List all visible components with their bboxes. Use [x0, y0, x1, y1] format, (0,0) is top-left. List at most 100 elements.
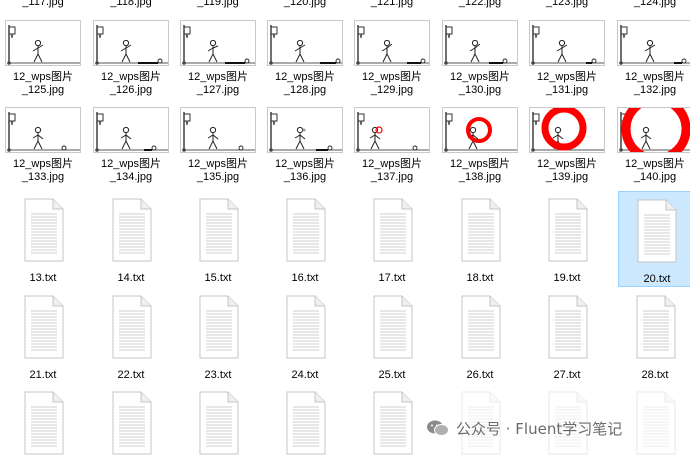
image-file-item[interactable]: 12_wps图片 _127.jpg [176, 17, 260, 103]
image-thumbnail [617, 107, 690, 153]
file-name-label-ext: _125.jpg [21, 84, 65, 96]
file-name-label-ext: _135.jpg [196, 171, 240, 183]
file-name-label: 12_wps图片 [13, 158, 73, 170]
text-file-item[interactable]: 26.txt [438, 288, 522, 384]
image-thumbnail [529, 20, 605, 66]
image-thumbnail [617, 20, 690, 66]
file-name-label-ext: _136.jpg [283, 171, 327, 183]
image-file-item[interactable]: 12_wps图片 _138.jpg [438, 104, 522, 190]
image-file-item[interactable]: 12_wps图片 _131.jpg [525, 17, 609, 103]
text-file-item[interactable]: 28.txt [613, 288, 690, 384]
file-name-label: 16.txt [291, 272, 319, 284]
text-document-icon [461, 198, 501, 262]
text-file-item[interactable]: 15.txt [176, 191, 260, 287]
image-thumbnail [529, 107, 605, 153]
file-name-label-ext: _139.jpg [545, 171, 589, 183]
image-file-item[interactable]: 12_wps图片 _129.jpg [350, 17, 434, 103]
file-name-label: 17.txt [378, 272, 406, 284]
image-file-item[interactable]: _124.jpg [613, 0, 690, 12]
image-file-item[interactable]: _119.jpg [176, 0, 260, 12]
text-file-item[interactable]: 23.txt [176, 288, 260, 384]
file-name-label: _122.jpg [458, 0, 502, 8]
text-document-icon [636, 295, 676, 359]
text-document-icon [24, 295, 64, 359]
image-file-item[interactable]: 12_wps图片 _137.jpg [350, 104, 434, 190]
image-file-item[interactable]: _123.jpg [525, 0, 609, 12]
image-file-item[interactable]: 12_wps图片 _133.jpg [1, 104, 85, 190]
image-file-item[interactable]: _120.jpg [263, 0, 347, 12]
image-file-item[interactable]: 12_wps图片 _139.jpg [525, 104, 609, 190]
text-file-item[interactable] [350, 385, 434, 455]
text-file-item[interactable]: 16.txt [263, 191, 347, 287]
text-document-icon [199, 391, 239, 455]
file-name-label: 25.txt [378, 369, 406, 381]
image-file-item[interactable]: 12_wps图片 _125.jpg [1, 17, 85, 103]
text-file-item[interactable]: 25.txt [350, 288, 434, 384]
file-name-label: 22.txt [117, 369, 145, 381]
image-file-item[interactable]: 12_wps图片 _132.jpg [613, 17, 690, 103]
text-file-item[interactable]: 21.txt [1, 288, 85, 384]
text-document-icon [286, 198, 326, 262]
file-name-label: _124.jpg [633, 0, 677, 8]
file-name-label: 12_wps图片 [362, 71, 422, 83]
text-file-item[interactable]: 22.txt [89, 288, 173, 384]
file-name-label: 12_wps图片 [101, 158, 161, 170]
image-thumbnail [93, 107, 169, 153]
text-file-item[interactable]: 27.txt [525, 288, 609, 384]
image-file-item[interactable]: 12_wps图片 _134.jpg [89, 104, 173, 190]
file-name-label: 12_wps图片 [537, 71, 597, 83]
file-name-label: 18.txt [466, 272, 494, 284]
file-name-label: 20.txt [643, 273, 671, 285]
file-name-label-ext: _126.jpg [109, 84, 153, 96]
file-name-label: 12_wps图片 [13, 71, 73, 83]
image-thumbnail [267, 107, 343, 153]
text-file-item[interactable] [176, 385, 260, 455]
image-file-item[interactable]: _122.jpg [438, 0, 522, 12]
text-file-item[interactable] [613, 385, 690, 455]
image-thumbnail [442, 20, 518, 66]
file-name-label: 12_wps图片 [275, 158, 335, 170]
image-file-item[interactable]: _117.jpg [1, 0, 85, 12]
text-file-item[interactable]: 17.txt [350, 191, 434, 287]
file-name-label: 12_wps图片 [537, 158, 597, 170]
file-name-label: 14.txt [117, 272, 145, 284]
file-name-label: 13.txt [29, 272, 57, 284]
file-name-label: _120.jpg [283, 0, 327, 8]
text-file-item[interactable]: 14.txt [89, 191, 173, 287]
file-name-label: 12_wps图片 [625, 158, 685, 170]
text-file-item[interactable] [1, 385, 85, 455]
image-file-item[interactable]: 12_wps图片 _126.jpg [89, 17, 173, 103]
file-name-label: 12_wps图片 [362, 158, 422, 170]
file-name-label: 27.txt [553, 369, 581, 381]
file-name-label-ext: _129.jpg [370, 84, 414, 96]
file-name-label: 12_wps图片 [101, 71, 161, 83]
image-thumbnail [180, 20, 256, 66]
image-file-item[interactable]: _121.jpg [350, 0, 434, 12]
watermark-text: 公众号 · Fluent学习笔记 [456, 419, 623, 438]
file-name-label-ext: _134.jpg [109, 171, 153, 183]
image-file-item[interactable]: 12_wps图片 _136.jpg [263, 104, 347, 190]
text-file-item[interactable]: 18.txt [438, 191, 522, 287]
text-file-item[interactable]: 13.txt [1, 191, 85, 287]
image-file-item[interactable]: 12_wps图片 _128.jpg [263, 17, 347, 103]
file-name-label-ext: _140.jpg [633, 171, 677, 183]
text-file-item[interactable] [89, 385, 173, 455]
image-thumbnail [5, 20, 81, 66]
image-thumbnail [5, 107, 81, 153]
text-file-item[interactable]: 24.txt [263, 288, 347, 384]
image-thumbnail [180, 107, 256, 153]
text-file-item[interactable] [263, 385, 347, 455]
image-file-item[interactable]: 12_wps图片 _130.jpg [438, 17, 522, 103]
file-grid: _117.jpg _118.jpg _119.jpg _120.jpg _121.jpg… [0, 0, 690, 455]
file-name-label: _121.jpg [370, 0, 414, 8]
text-document-icon [636, 391, 676, 455]
image-file-item[interactable]: 12_wps图片 _135.jpg [176, 104, 260, 190]
image-file-item[interactable]: 12_wps图片 _140.jpg [613, 104, 690, 190]
text-file-item[interactable]: 20.txt [618, 191, 690, 287]
file-name-label: 21.txt [29, 369, 57, 381]
image-file-item[interactable]: _118.jpg [89, 0, 173, 12]
text-file-item[interactable]: 19.txt [525, 191, 609, 287]
file-name-label-ext: _131.jpg [545, 84, 589, 96]
file-name-label: 12_wps图片 [450, 71, 510, 83]
file-name-label: 26.txt [466, 369, 494, 381]
